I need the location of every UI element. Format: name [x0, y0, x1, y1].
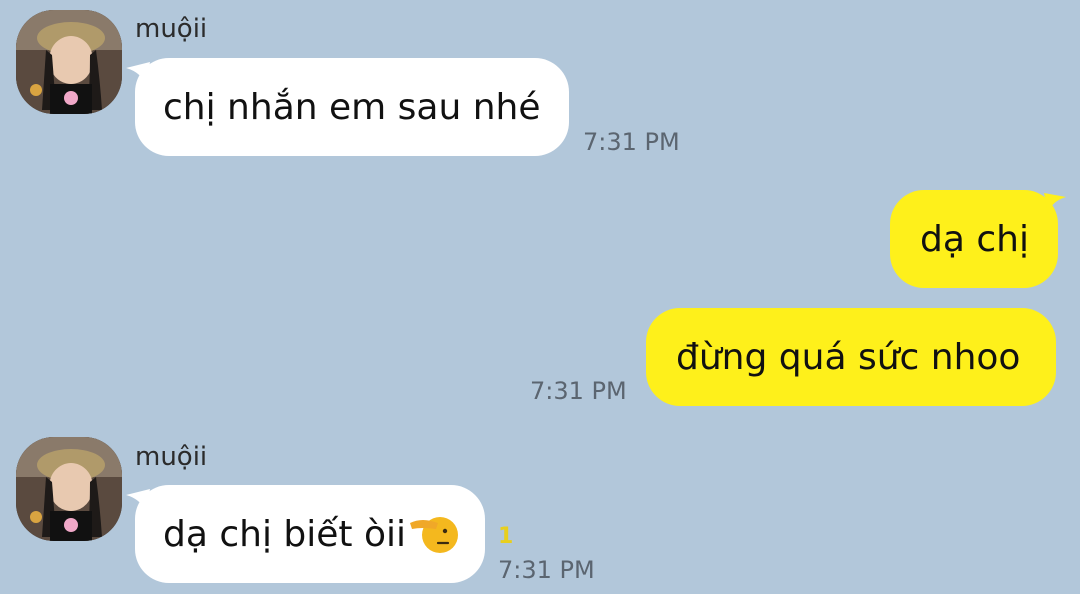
message-text: dạ chị biết òii	[163, 513, 406, 555]
bubble-tail-icon	[1044, 193, 1066, 213]
avatar-photo-icon	[16, 437, 122, 541]
saluting-face-icon	[410, 517, 458, 553]
message-text: đừng quá sức nhoo	[676, 336, 1021, 378]
sender-name: muộii	[135, 442, 208, 472]
message-text: chị nhắn em sau nhé	[163, 86, 541, 128]
sender-avatar[interactable]	[16, 10, 122, 114]
message-bubble-incoming[interactable]: dạ chị biết òii	[135, 485, 485, 583]
message-bubble-outgoing[interactable]: dạ chị	[890, 190, 1058, 288]
sender-avatar[interactable]	[16, 437, 122, 541]
message-bubble-incoming[interactable]: chị nhắn em sau nhé	[135, 58, 569, 156]
message-text: dạ chị	[920, 218, 1029, 260]
sender-name: muộii	[135, 14, 208, 44]
avatar-photo-icon	[16, 10, 122, 114]
message-timestamp: 7:31 PM	[583, 128, 680, 156]
message-timestamp: 7:31 PM	[498, 556, 595, 584]
unread-count: 1	[498, 524, 514, 549]
message-timestamp: 7:31 PM	[530, 377, 627, 405]
message-bubble-outgoing[interactable]: đừng quá sức nhoo	[646, 308, 1056, 406]
